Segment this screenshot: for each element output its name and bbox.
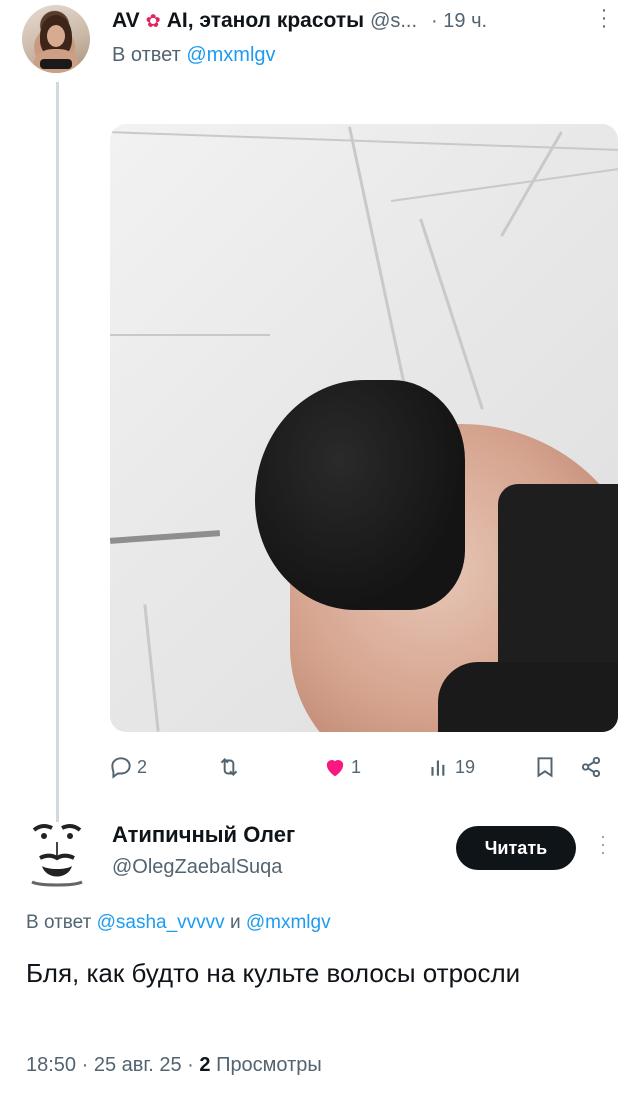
reply-conjunction: и <box>229 912 241 933</box>
tweet-time[interactable]: · 19 ч. <box>431 10 487 33</box>
tweet-header: AV ✿ AI, этанол красоты @s... · 19 ч. <box>112 6 622 36</box>
share-icon <box>581 756 601 778</box>
retweet-button[interactable] <box>216 752 245 782</box>
more-icon[interactable]: · · · <box>596 827 610 862</box>
views-icon <box>431 760 445 776</box>
reply-icon <box>111 757 131 779</box>
like-button[interactable]: 1 <box>322 752 361 782</box>
shirt <box>438 662 618 732</box>
more-icon[interactable]: · · · <box>594 0 614 36</box>
reply-button[interactable]: 2 <box>108 752 147 782</box>
bookmark-icon <box>537 757 553 778</box>
author-handle[interactable]: @OlegZaebalSuqa <box>112 856 282 879</box>
share-button[interactable] <box>578 752 604 782</box>
bookmark-button[interactable] <box>532 752 558 782</box>
action-bar: 2 1 19 <box>108 752 624 782</box>
views-label: Просмотры <box>216 1054 322 1076</box>
avatar[interactable] <box>22 5 90 73</box>
author-handle[interactable]: @s... <box>370 10 417 33</box>
reply-count: 2 <box>137 756 148 777</box>
reply-prefix: В ответ <box>26 912 92 933</box>
reply-mention[interactable]: @mxmlgv <box>246 912 331 933</box>
like-count: 1 <box>351 756 362 777</box>
tweet-photo[interactable] <box>110 124 618 732</box>
views-count: 19 <box>455 756 476 777</box>
reply-prefix: В ответ <box>112 44 181 66</box>
author-name-suffix[interactable]: AI, этанол красоты <box>167 9 364 33</box>
reply-context: В ответ @sasha_vvvvv и @mxmlgv <box>26 912 331 934</box>
author-name[interactable]: AV <box>112 9 140 33</box>
views-button[interactable]: 19 <box>426 752 475 782</box>
avatar[interactable] <box>22 816 92 890</box>
views-count: 2 <box>199 1054 211 1076</box>
tweet-text: Бля, как будто на культе волосы отросли <box>26 958 521 988</box>
retweet-icon <box>220 758 238 776</box>
tweet-thread: AV ✿ AI, этанол красоты @s... · 19 ч. · ·… <box>0 0 640 1097</box>
reply-mention[interactable]: @mxmlgv <box>186 44 275 66</box>
flower-icon: ✿ <box>145 10 161 31</box>
reply-context: В ответ @mxmlgv <box>112 44 276 67</box>
follow-button[interactable]: Читать <box>456 826 576 870</box>
hair <box>255 380 465 610</box>
tweet-timestamp[interactable]: 18:50 · 25 авг. 25 · <box>26 1054 194 1076</box>
heart-icon <box>326 760 344 777</box>
thread-connector <box>56 82 59 822</box>
author-name[interactable]: Атипичный Олег <box>112 822 295 848</box>
tweet-meta: 18:50 · 25 авг. 25 · 2 Просмотры <box>26 1054 322 1077</box>
reply-mention[interactable]: @sasha_vvvvv <box>97 912 225 933</box>
